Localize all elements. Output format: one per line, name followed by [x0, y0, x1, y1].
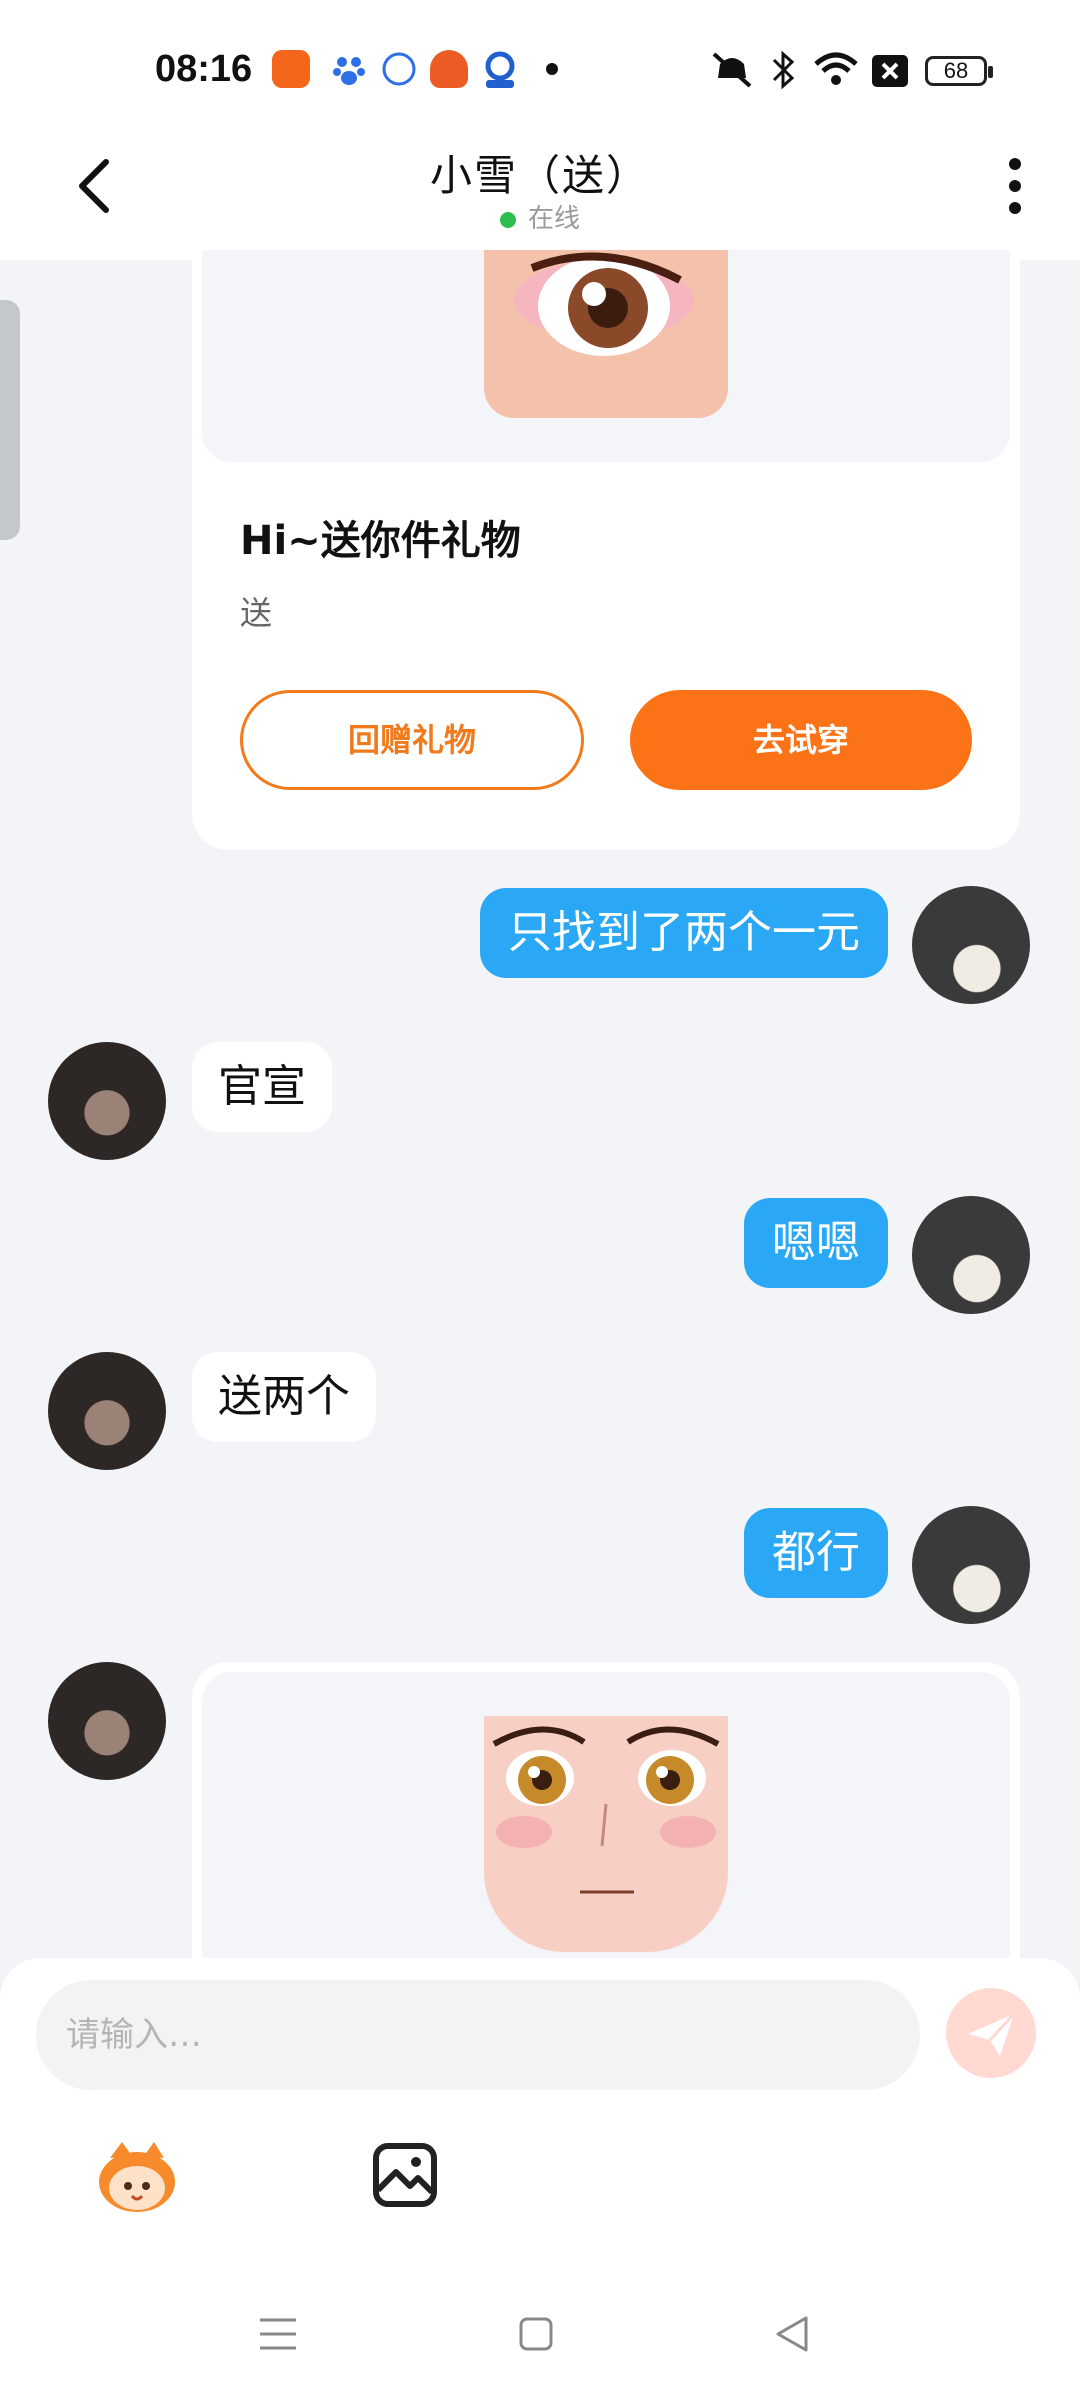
fish-icon: [430, 50, 468, 88]
close-box-icon: [872, 55, 908, 87]
avatar-eye-graphic: [484, 250, 728, 418]
menu-nav-icon[interactable]: [258, 2316, 298, 2352]
sticker-icon[interactable]: [92, 2138, 182, 2216]
my-avatar[interactable]: [912, 1196, 1030, 1314]
return-gift-button[interactable]: 回赠礼物: [240, 690, 584, 790]
paw-icon: [330, 50, 368, 88]
home-nav-icon[interactable]: [518, 2316, 554, 2352]
gift-card-subtitle: 送: [240, 594, 273, 632]
notification-dot-icon: [546, 63, 558, 75]
wifi-icon: [812, 50, 860, 90]
gift-card-title: Hi~送你件礼物: [240, 518, 521, 564]
shield-app-icon: [480, 50, 520, 90]
status-time: 08:16: [155, 48, 253, 90]
online-status-label: 在线: [527, 204, 580, 234]
app-icon-orange: [272, 50, 310, 88]
message-bubble-in[interactable]: 送两个: [192, 1352, 376, 1442]
contact-avatar[interactable]: [48, 1352, 166, 1470]
send-button[interactable]: [946, 1988, 1036, 2078]
try-on-button[interactable]: 去试穿: [630, 690, 972, 790]
message-bubble-out[interactable]: 只找到了两个一元: [480, 888, 888, 978]
bluetooth-icon: [770, 50, 798, 90]
battery-icon: 68: [925, 56, 993, 86]
message-bubble-out[interactable]: 嗯嗯: [744, 1198, 888, 1288]
ifly-icon: [380, 50, 418, 88]
edge-tab[interactable]: [0, 300, 20, 540]
avatar-face-graphic: [484, 1716, 728, 1952]
online-dot-icon: [499, 211, 516, 228]
contact-avatar[interactable]: [48, 1662, 166, 1780]
message-bubble-in[interactable]: 官宣: [192, 1042, 332, 1132]
back-nav-icon[interactable]: [774, 2314, 810, 2354]
more-options-icon[interactable]: [1000, 156, 1030, 216]
my-avatar[interactable]: [912, 886, 1030, 1004]
my-avatar[interactable]: [912, 1506, 1030, 1624]
message-bubble-out[interactable]: 都行: [744, 1508, 888, 1598]
mute-icon: [710, 50, 754, 90]
online-status: 在线: [0, 198, 1080, 235]
contact-avatar[interactable]: [48, 1042, 166, 1160]
image-icon[interactable]: [372, 2142, 438, 2208]
chat-title: 小雪（送）: [429, 151, 650, 200]
message-input[interactable]: [36, 1980, 920, 2090]
